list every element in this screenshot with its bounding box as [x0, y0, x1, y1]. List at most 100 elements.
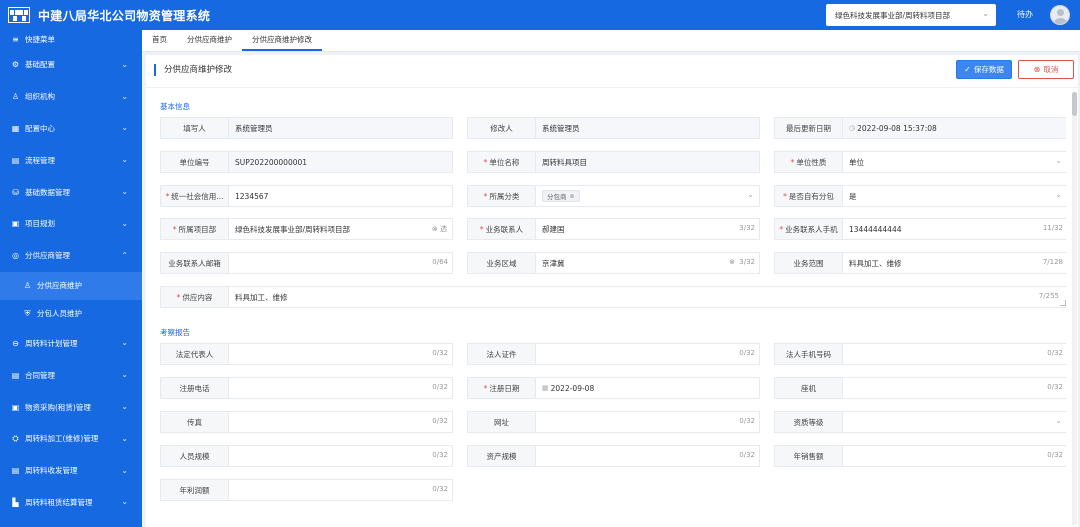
avatar[interactable] — [1050, 5, 1070, 25]
form-area: 基本信息 填写人 系统管理员 修改人 系统管理员 最后更新日期 ◷ 2022-09… — [146, 93, 1066, 527]
field-annual-sales[interactable]: 年销售额 0/32 — [774, 445, 1066, 467]
sidebar-item-flow[interactable]: ▤ 流程管理 ⌄ — [0, 144, 142, 176]
field-unit-nature[interactable]: * 单位性质 单位 ⌄ — [774, 151, 1066, 173]
supply-content-textarea[interactable]: 料具加工、维修 7/255 — [229, 287, 1066, 307]
field-label: 单位编号 — [161, 152, 229, 172]
contact-phone-input[interactable]: 13444444444 11/32 — [843, 219, 1066, 239]
resize-handle-icon[interactable] — [1060, 300, 1066, 306]
link-icon: ⊖ — [12, 338, 19, 348]
reg-date-picker[interactable]: ▦ 2022-09-08 — [536, 378, 759, 398]
sidebar-item-subcontract-staff[interactable]: ⛨ 分包人员维护 — [0, 300, 142, 328]
field-label: 业务联系人邮箱 — [161, 253, 229, 273]
sidebar-item-supplier-mgmt[interactable]: ◎ 分供应商管理 ⌃ — [0, 240, 142, 272]
cancel-button[interactable]: ⊗ 取消 — [1018, 60, 1074, 79]
field-label: 年利润额 — [161, 480, 229, 500]
business-area-input[interactable]: 京津冀 ⊗ 3/32 — [536, 253, 759, 273]
tab-supplier-edit[interactable]: 分供应商维护修改 — [242, 29, 322, 51]
char-count: 11/32 — [1042, 224, 1063, 232]
close-icon[interactable]: ⊗ — [570, 193, 575, 200]
field-contact[interactable]: * 业务联系人 郝建国 3/32 — [467, 218, 760, 240]
tab-home[interactable]: 首页 — [142, 29, 177, 51]
qualification-select[interactable]: ⌄ — [843, 412, 1066, 432]
field-business-scope[interactable]: 业务范围 料具加工、维修 7/128 — [774, 252, 1066, 274]
field-label: * 所属项目部 — [161, 219, 229, 239]
sidebar-item-label: 周转料收发管理 — [25, 466, 78, 476]
sidebar-item-dispatch[interactable]: ▤ 周转料收发管理 ⌄ — [0, 455, 142, 487]
category-select[interactable]: 分包商 ⊗ ⌄ — [536, 186, 759, 206]
own-subcontract-select[interactable]: 是 ⌄ — [843, 186, 1066, 206]
tab-supplier-maint[interactable]: 分供应商维护 — [177, 29, 242, 51]
field-modifier: 修改人 系统管理员 — [467, 117, 760, 139]
sidebar: ≡ 快捷菜单 ⚙ 基础配置 ⌄ ♙ 组织机构 ⌄ ▦ 配置中心 ⌄ ▤ 流程管理… — [0, 30, 142, 527]
field-reg-phone[interactable]: 注册电话 0/32 — [160, 377, 453, 399]
asset-size-input[interactable]: 0/32 — [536, 446, 759, 466]
field-landline[interactable]: 座机 0/32 — [774, 377, 1066, 399]
sidebar-item-label: 配置中心 — [25, 123, 55, 133]
annual-sales-input[interactable]: 0/32 — [843, 446, 1066, 466]
sidebar-item-settlement[interactable]: ▙ 周转料租赁结算管理 ⌄ — [0, 487, 142, 519]
sidebar-item-basic-config[interactable]: ⚙ 基础配置 ⌄ — [0, 49, 142, 81]
char-count: 3/32 — [739, 258, 755, 266]
chevron-down-icon: ⌄ — [121, 91, 128, 101]
field-category[interactable]: * 所属分类 分包商 ⊗ ⌄ — [467, 185, 760, 207]
website-input[interactable]: 0/32 — [536, 412, 759, 432]
field-supply-content[interactable]: * 供应内容 料具加工、维修 7/255 — [160, 286, 1066, 308]
clear-icon[interactable]: ⊗ — [729, 258, 735, 266]
sidebar-item-purchase[interactable]: ▣ 物资采购(租赁)管理 ⌄ — [0, 391, 142, 423]
field-contact-email[interactable]: 业务联系人邮箱 0/64 — [160, 252, 453, 274]
field-label: 资产规模 — [468, 446, 536, 466]
unit-nature-select[interactable]: 单位 ⌄ — [843, 152, 1066, 172]
credit-code-input[interactable]: 1234567 — [229, 186, 452, 206]
chevron-down-icon: ⌄ — [121, 218, 128, 228]
field-qualification[interactable]: 资质等级 ⌄ — [774, 411, 1066, 433]
field-contact-phone[interactable]: * 业务联系人手机 13444444444 11/32 — [774, 218, 1066, 240]
todo-link[interactable]: 待办 — [1017, 9, 1033, 20]
section-title-inspect: 考察报告 — [160, 328, 190, 337]
sidebar-quick-menu[interactable]: ≡ 快捷菜单 — [0, 30, 142, 49]
annual-profit-input[interactable]: 0/32 — [229, 480, 452, 500]
reg-phone-input[interactable]: 0/32 — [229, 378, 452, 398]
field-reg-date[interactable]: * 注册日期 ▦ 2022-09-08 — [467, 377, 760, 399]
sidebar-item-organization[interactable]: ♙ 组织机构 ⌄ — [0, 81, 142, 113]
field-project-dept[interactable]: * 所属项目部 绿色科技发展事业部/周转料项目部 ⊗ 选 — [160, 218, 453, 240]
sidebar-item-processing[interactable]: ⛭ 周转料加工(维修)管理 ⌄ — [0, 423, 142, 455]
field-business-area[interactable]: 业务区域 京津冀 ⊗ 3/32 — [467, 252, 760, 274]
legal-phone-input[interactable]: 0/32 — [843, 344, 1066, 364]
business-scope-input[interactable]: 料具加工、维修 7/128 — [843, 253, 1066, 273]
fax-input[interactable]: 0/32 — [229, 412, 452, 432]
sidebar-item-contract[interactable]: ▤ 合同管理 ⌄ — [0, 359, 142, 391]
field-legal-rep[interactable]: 法定代表人 0/32 — [160, 343, 453, 365]
save-button[interactable]: ✓ 保存数据 — [956, 60, 1012, 79]
clear-select-icon[interactable]: ⊗ 选 — [432, 224, 447, 234]
field-fax[interactable]: 传真 0/32 — [160, 411, 453, 433]
sidebar-item-supplier-maint[interactable]: ♙ 分供应商维护 — [0, 271, 142, 300]
sidebar-item-project-plan[interactable]: ▣ 项目规划 ⌄ — [0, 208, 142, 240]
field-annual-profit[interactable]: 年利润额 0/32 — [160, 479, 453, 501]
field-website[interactable]: 网址 0/32 — [467, 411, 760, 433]
chevron-down-icon: ⌄ — [982, 9, 989, 18]
contact-input[interactable]: 郝建国 3/32 — [536, 219, 759, 239]
legal-id-input[interactable]: 0/32 — [536, 344, 759, 364]
project-dept-input[interactable]: 绿色科技发展事业部/周转料项目部 ⊗ 选 — [229, 219, 452, 239]
scrollbar[interactable] — [1072, 92, 1077, 525]
category-tag[interactable]: 分包商 ⊗ — [542, 190, 580, 202]
field-staff-size[interactable]: 人员规模 0/32 — [160, 445, 453, 467]
sidebar-item-turnover-plan[interactable]: ⊖ 周转料计划管理 ⌄ — [0, 328, 142, 360]
field-credit-code[interactable]: * 统一社会信用... 1234567 — [160, 185, 453, 207]
contact-email-input[interactable]: 0/64 — [229, 253, 452, 273]
field-label: 业务区域 — [468, 253, 536, 273]
landline-input[interactable]: 0/32 — [843, 378, 1066, 398]
sidebar-item-label: 分供应商维护 — [37, 281, 82, 291]
staff-size-input[interactable]: 0/32 — [229, 446, 452, 466]
field-label: 业务范围 — [775, 253, 843, 273]
field-legal-id[interactable]: 法人证件 0/32 — [467, 343, 760, 365]
field-asset-size[interactable]: 资产规模 0/32 — [467, 445, 760, 467]
unit-name-value: 周转料具项目 — [536, 152, 759, 172]
org-select[interactable]: 绿色科技发展事业部/周转料项目部 ⌄ — [826, 4, 996, 26]
scrollbar-thumb[interactable] — [1072, 92, 1077, 116]
field-own-subcontract[interactable]: * 是否自有分包 是 ⌄ — [774, 185, 1066, 207]
field-legal-phone[interactable]: 法人手机号码 0/32 — [774, 343, 1066, 365]
sidebar-item-base-data[interactable]: ⛁ 基础数据管理 ⌄ — [0, 176, 142, 208]
legal-rep-input[interactable]: 0/32 — [229, 344, 452, 364]
sidebar-item-config-center[interactable]: ▦ 配置中心 ⌄ — [0, 113, 142, 145]
